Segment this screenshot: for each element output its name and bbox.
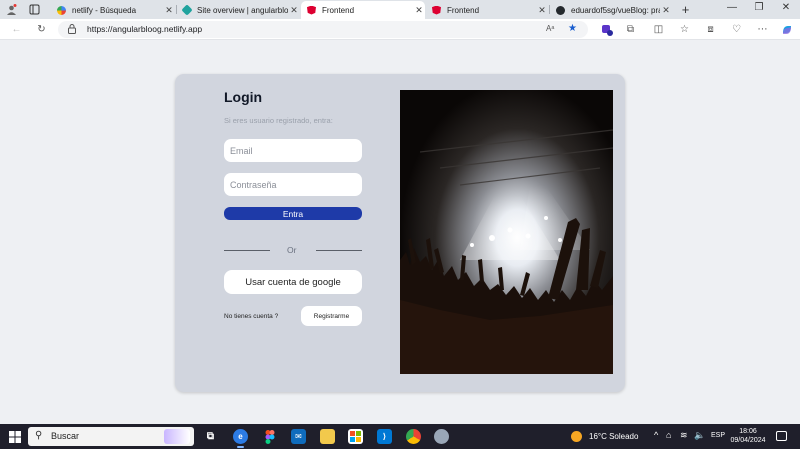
google-login-button[interactable]: Usar cuenta de google	[224, 270, 362, 294]
favorites-icon[interactable]: ☆	[678, 23, 691, 36]
angular-favicon-icon	[432, 5, 441, 15]
network-icon[interactable]: ⌂	[666, 430, 671, 440]
task-view-icon[interactable]: ⧉	[203, 429, 218, 444]
divider-or-text: Or	[287, 245, 297, 255]
weather-text[interactable]: 16°C Soleado	[589, 432, 638, 441]
figma-icon[interactable]	[262, 429, 277, 444]
tab-label: eduardof5sg/vueBlog: práctica	[571, 5, 660, 15]
minimize-icon[interactable]: —	[725, 2, 739, 13]
taskbar-search-label: Buscar	[51, 431, 80, 441]
clock[interactable]: 18:06 09/04/2024	[728, 427, 768, 445]
close-tab-icon[interactable]: ✕	[288, 5, 300, 16]
clock-time: 18:06	[739, 428, 757, 435]
search-icon: ⚲	[35, 430, 43, 441]
read-aloud-icon[interactable]: Aᵃ	[546, 24, 554, 33]
address-bar[interactable]: https://angularbloog.netlify.app Aᵃ ★	[58, 21, 588, 38]
tab-actions-icon[interactable]	[28, 3, 41, 16]
profile-icon[interactable]	[5, 3, 18, 16]
restore-icon[interactable]: ❐	[752, 2, 766, 13]
back-arrow-icon[interactable]: ←	[10, 23, 23, 36]
tab-label: Frontend	[447, 5, 480, 15]
more-options-icon[interactable]: ⋯	[756, 23, 769, 36]
angular-favicon-icon	[307, 5, 316, 15]
wifi-icon[interactable]: ≋	[680, 430, 688, 441]
browser-tab-bar: netlify - Búsqueda ✕ Site overview | ang…	[0, 0, 800, 19]
lock-icon[interactable]	[68, 24, 76, 36]
close-window-icon[interactable]: ✕	[779, 2, 793, 13]
favorite-star-icon[interactable]: ★	[568, 23, 577, 34]
register-button[interactable]: Registrarme	[301, 306, 362, 326]
file-explorer-icon[interactable]	[320, 429, 335, 444]
language-indicator[interactable]: ESP	[711, 432, 725, 439]
taskbar-search-box[interactable]: ⚲ Buscar	[28, 427, 194, 446]
store-icon[interactable]	[348, 429, 363, 444]
tab-label: Frontend	[322, 5, 355, 15]
url-text[interactable]: https://angularbloog.netlify.app	[87, 24, 202, 34]
tab-frontend-active[interactable]: Frontend ✕	[301, 1, 425, 19]
no-account-text: No tienes cuenta ?	[224, 313, 279, 320]
tab-frontend[interactable]: Frontend ✕	[426, 1, 548, 19]
search-favicon-icon	[57, 5, 66, 15]
close-tab-icon[interactable]: ✕	[536, 5, 548, 16]
weather-sun-icon[interactable]	[571, 431, 582, 442]
split-screen-icon[interactable]: ◫	[652, 23, 665, 36]
refresh-icon[interactable]: ↻	[35, 23, 48, 36]
github-favicon-icon	[556, 5, 565, 15]
mail-icon[interactable]: ✉	[291, 429, 306, 444]
vscode-icon[interactable]: ⟩	[377, 429, 392, 444]
collections-icon[interactable]: ⧈	[704, 23, 717, 36]
edge-icon[interactable]: e	[233, 429, 248, 448]
tab-github[interactable]: eduardof5sg/vueBlog: práctica ✕	[550, 1, 672, 19]
divider-line-right	[316, 250, 362, 251]
new-tab-icon[interactable]: +	[679, 2, 692, 17]
close-tab-icon[interactable]: ✕	[163, 5, 175, 16]
tab-site-overview[interactable]: Site overview | angularbloog ✕	[177, 1, 300, 19]
volume-icon[interactable]: 🔈	[694, 430, 705, 441]
tab-label: Site overview | angularbloog	[197, 5, 288, 15]
chrome-icon[interactable]	[406, 429, 421, 444]
close-tab-icon[interactable]: ✕	[660, 5, 672, 16]
netlify-favicon-icon	[181, 4, 193, 16]
tab-label: netlify - Búsqueda	[72, 5, 137, 15]
divider-line-left	[224, 250, 270, 251]
extension-badge-icon[interactable]	[600, 23, 613, 36]
page-content: Login Si eres usuario registrado, entra:…	[0, 41, 800, 424]
copilot-icon[interactable]	[780, 23, 793, 36]
concert-crowd-image	[400, 90, 613, 374]
extensions-puzzle-icon[interactable]: ⧉	[624, 23, 637, 36]
close-tab-icon[interactable]: ✕	[413, 5, 425, 16]
other-app-icon[interactable]	[434, 429, 449, 444]
tab-netlify-search[interactable]: netlify - Búsqueda ✕	[51, 1, 175, 19]
login-subtitle: Si eres usuario registrado, entra:	[224, 116, 333, 125]
login-title: Login	[224, 89, 263, 105]
password-field[interactable]	[224, 173, 362, 196]
login-card: Login Si eres usuario registrado, entra:…	[175, 74, 625, 392]
windows-start-icon[interactable]	[9, 430, 21, 443]
browser-essentials-icon[interactable]: ♡	[730, 23, 743, 36]
search-highlight-icon	[164, 429, 190, 444]
notifications-icon[interactable]	[776, 431, 787, 441]
windows-taskbar: ⚲ Buscar ⧉ e ✉ ⟩ 16°C Soleado ^ ⌂ ≋ 🔈 ES…	[0, 424, 800, 449]
tray-chevron-icon[interactable]: ^	[654, 430, 658, 440]
browser-toolbar: ← ↻ https://angularbloog.netlify.app Aᵃ …	[0, 19, 800, 40]
clock-date: 09/04/2024	[730, 437, 766, 444]
login-submit-button[interactable]: Entra	[224, 207, 362, 220]
email-field[interactable]	[224, 139, 362, 162]
